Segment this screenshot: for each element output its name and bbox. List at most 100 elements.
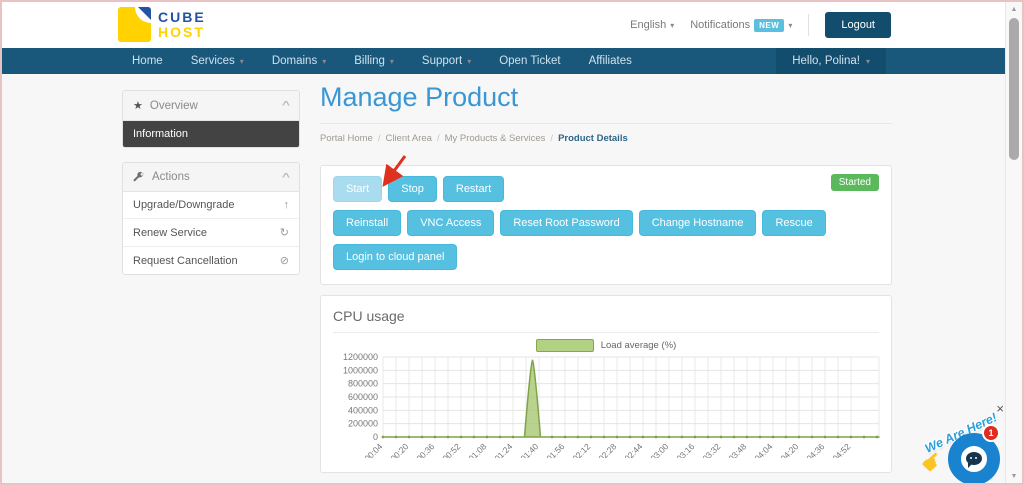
- scrollbar-thumb[interactable]: [1009, 18, 1019, 160]
- stop-button[interactable]: Stop: [388, 176, 437, 202]
- svg-text:11:04:20: 11:04:20: [770, 441, 800, 458]
- language-label: English: [630, 19, 667, 31]
- nav-item-home[interactable]: Home: [118, 48, 177, 74]
- actions-title: Actions: [152, 171, 190, 183]
- legend-swatch: [535, 339, 594, 352]
- chat-widget[interactable]: × We Are Here! 1 ☛: [916, 400, 1012, 483]
- overview-panel: ★ Overview ^ Information: [122, 90, 300, 148]
- language-dropdown[interactable]: English ▾: [630, 19, 674, 31]
- notifications-dropdown[interactable]: Notifications NEW ▾: [690, 18, 793, 32]
- scroll-down-icon[interactable]: ▼: [1006, 469, 1022, 483]
- cancel-icon: ⊘: [279, 255, 289, 267]
- upgrade-icon: ↑: [283, 199, 290, 211]
- page-title: Manage Product: [320, 82, 892, 124]
- sidebar-item-upgrade-downgrade[interactable]: Upgrade/Downgrade ↑: [123, 192, 299, 219]
- caret-down-icon: ▾: [788, 20, 793, 30]
- renew-icon: ↻: [279, 227, 289, 239]
- chart-legend: Load average (%): [333, 339, 879, 352]
- caret-down-icon: ▾: [670, 20, 675, 30]
- notifications-label: Notifications: [690, 19, 751, 31]
- restart-button[interactable]: Restart: [442, 176, 505, 202]
- scrollbar[interactable]: ▲ ▼: [1005, 2, 1022, 483]
- nav-item-billing[interactable]: Billing ▾: [340, 48, 408, 74]
- power-buttons-row: Start Stop Restart: [333, 176, 879, 202]
- rescue-button[interactable]: Rescue: [762, 210, 826, 236]
- svg-text:11:04:04: 11:04:04: [744, 441, 774, 458]
- caret-down-icon: ▾: [467, 56, 472, 66]
- start-button[interactable]: Start: [333, 176, 383, 202]
- reinstall-button[interactable]: Reinstall: [333, 210, 402, 236]
- divider: [808, 14, 810, 36]
- chart-title: CPU usage: [333, 308, 879, 333]
- wrench-icon: [133, 171, 144, 182]
- svg-text:11:03:00: 11:03:00: [640, 441, 670, 458]
- notification-count-badge: 1: [982, 424, 1000, 442]
- reset-root-password-button[interactable]: Reset Root Password: [500, 210, 633, 236]
- svg-text:1000000: 1000000: [343, 365, 378, 375]
- controls-card: Started Start Stop Restart Reinstall VNC Ac…: [320, 165, 892, 285]
- breadcrumb-portal-home[interactable]: Portal Home: [320, 133, 373, 144]
- overview-section-header[interactable]: ★ Overview ^: [123, 91, 299, 121]
- pointing-hand-icon: ☛: [915, 445, 950, 480]
- svg-text:11:02:12: 11:02:12: [562, 441, 592, 458]
- sidebar: ★ Overview ^ Information Actions ^ Upgra…: [122, 90, 300, 289]
- management-buttons-row: Reinstall VNC Access Reset Root Password Ch…: [333, 210, 879, 236]
- breadcrumb-client-area[interactable]: Client Area: [385, 133, 431, 144]
- svg-text:11:01:56: 11:01:56: [536, 441, 566, 458]
- nav-item-support[interactable]: Support ▾: [408, 48, 485, 74]
- legend-label: Load average (%): [600, 340, 677, 351]
- svg-text:11:03:16: 11:03:16: [666, 441, 696, 458]
- login-to-cloud-panel-button[interactable]: Login to cloud panel: [333, 244, 458, 270]
- svg-text:11:03:48: 11:03:48: [718, 441, 748, 458]
- nav-item-services[interactable]: Services ▾: [177, 48, 258, 74]
- svg-text:11:04:36: 11:04:36: [796, 441, 826, 458]
- header: CUBE HOST English ▾ Notifications NEW ▾ …: [2, 2, 1006, 48]
- svg-text:1200000: 1200000: [343, 352, 378, 362]
- user-menu[interactable]: Hello, Polina! ▾: [776, 48, 886, 74]
- sidebar-item-information[interactable]: Information: [123, 121, 299, 147]
- logo-line1: CUBE: [158, 9, 206, 26]
- star-icon: ★: [133, 100, 143, 112]
- actions-section-header[interactable]: Actions ^: [123, 163, 299, 192]
- breadcrumb-separator: /: [377, 133, 381, 144]
- caret-down-icon: ▾: [322, 56, 327, 66]
- user-menu-label: Hello, Polina!: [792, 55, 860, 67]
- speech-bubble-icon: [966, 452, 982, 468]
- svg-text:11:04:52: 11:04:52: [822, 441, 852, 458]
- page: CUBE HOST English ▾ Notifications NEW ▾ …: [0, 0, 1024, 485]
- scroll-up-icon[interactable]: ▲: [1006, 2, 1022, 16]
- chevron-up-icon: ^: [281, 100, 291, 111]
- svg-text:800000: 800000: [348, 379, 378, 389]
- close-icon[interactable]: ×: [996, 402, 1004, 415]
- breadcrumb-my-products-services[interactable]: My Products & Services: [445, 133, 546, 144]
- nav-item-affiliates[interactable]: Affiliates: [575, 48, 646, 74]
- nav-item-domains[interactable]: Domains ▾: [258, 48, 340, 74]
- change-hostname-button[interactable]: Change Hostname: [638, 210, 757, 236]
- actions-panel: Actions ^ Upgrade/Downgrade ↑ Renew Servic…: [122, 162, 300, 275]
- nav-item-open-ticket[interactable]: Open Ticket: [485, 48, 574, 74]
- svg-text:11:01:24: 11:01:24: [484, 441, 514, 458]
- cube-host-logo-icon: [118, 7, 151, 42]
- chevron-up-icon: ^: [281, 171, 291, 183]
- logout-button[interactable]: Logout: [825, 12, 891, 38]
- breadcrumb-product-details: Product Details: [558, 133, 628, 144]
- svg-text:0: 0: [373, 432, 378, 442]
- svg-text:600000: 600000: [348, 392, 378, 402]
- breadcrumb-separator: /: [436, 133, 440, 144]
- breadcrumb: Portal Home / Client Area / My Products & Se…: [320, 133, 892, 144]
- new-badge: NEW: [754, 18, 785, 32]
- caret-down-icon: ▾: [239, 56, 244, 66]
- svg-text:11:01:08: 11:01:08: [458, 441, 488, 458]
- sidebar-item-renew-service[interactable]: Renew Service ↻: [123, 219, 299, 247]
- svg-text:11:02:44: 11:02:44: [614, 441, 644, 458]
- svg-text:11:03:32: 11:03:32: [692, 441, 722, 458]
- logo[interactable]: CUBE HOST: [118, 7, 206, 42]
- action-items: Upgrade/Downgrade ↑ Renew Service ↻ Request …: [123, 192, 299, 274]
- sidebar-item-request-cancellation[interactable]: Request Cancellation ⊘: [123, 247, 299, 274]
- vnc-access-button[interactable]: VNC Access: [407, 210, 495, 236]
- main-nav: Home Services ▾ Domains ▾ Billing ▾ Support ▾ Ope…: [2, 48, 1006, 74]
- status-badge: Started: [830, 174, 879, 191]
- panel-buttons-row: Login to cloud panel: [333, 244, 879, 270]
- svg-text:11:00:04: 11:00:04: [354, 441, 384, 458]
- cpu-usage-chart: 0 200000 400000 600000 800000 1000000 1200000 1…: [333, 352, 880, 471]
